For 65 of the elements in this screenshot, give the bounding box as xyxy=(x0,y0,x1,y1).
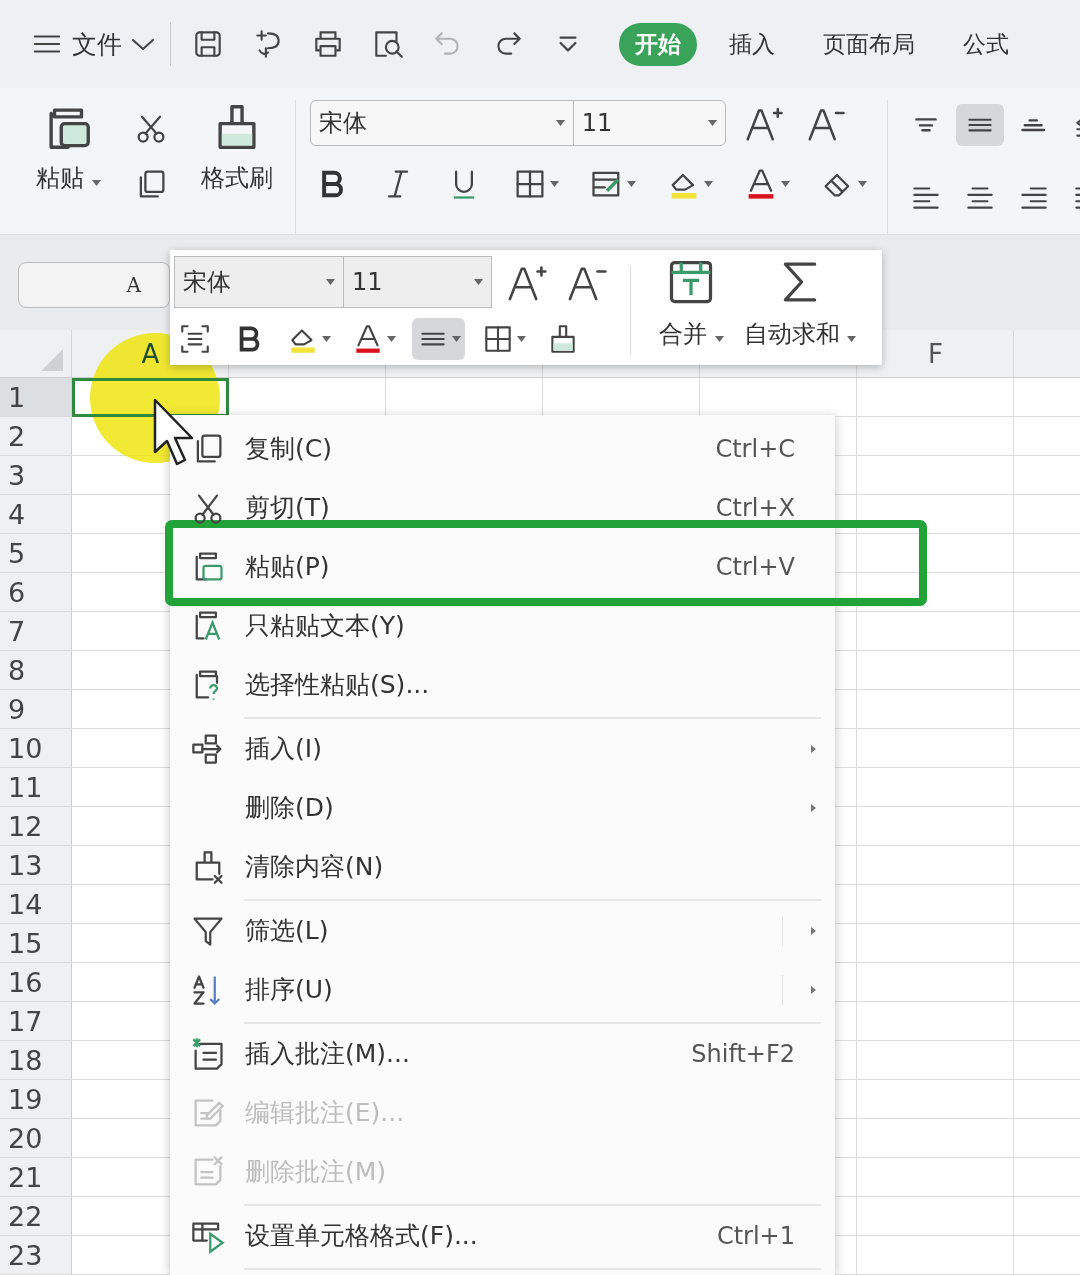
format-painter-button[interactable]: 格式刷 xyxy=(194,100,279,234)
caret-icon xyxy=(322,336,331,342)
row-header[interactable]: 2 xyxy=(0,417,72,456)
row-header[interactable]: 20 xyxy=(0,1119,72,1158)
caret-icon xyxy=(549,181,559,187)
row-header[interactable]: 16 xyxy=(0,963,72,1002)
row-header[interactable]: 23 xyxy=(0,1236,72,1275)
row-header[interactable]: 9 xyxy=(0,690,72,729)
chevron-down-icon xyxy=(132,38,154,50)
row-header[interactable]: 4 xyxy=(0,495,72,534)
comment-add-icon xyxy=(190,1035,226,1072)
row-header[interactable]: 7 xyxy=(0,612,72,651)
file-menu[interactable]: 文件 xyxy=(32,27,154,61)
caret-icon xyxy=(626,181,636,187)
row-header[interactable]: 13 xyxy=(0,846,72,885)
shortcut-text: Shift+F2 xyxy=(691,1039,795,1068)
caret-icon xyxy=(387,336,396,342)
caret-icon xyxy=(857,181,867,187)
menu-item[interactable]: 筛选(L) xyxy=(170,901,835,960)
row-header[interactable]: 8 xyxy=(0,651,72,690)
menu-item[interactable]: 插入(I) xyxy=(170,719,835,778)
row-header[interactable]: 18 xyxy=(0,1041,72,1080)
ribbon-tab[interactable]: 页面布局 xyxy=(807,22,931,66)
row-header[interactable]: 22 xyxy=(0,1197,72,1236)
menu-item[interactable]: 粘贴(P) Ctrl+V xyxy=(170,537,835,596)
align-middle-button[interactable] xyxy=(955,104,1004,146)
row-header[interactable]: 12 xyxy=(0,807,72,846)
row-header[interactable]: 15 xyxy=(0,924,72,963)
column-header[interactable]: F xyxy=(928,338,943,369)
align-bottom-icon xyxy=(1020,117,1047,133)
row-header[interactable]: 14 xyxy=(0,885,72,924)
name-box[interactable]: A xyxy=(18,262,170,308)
caret-icon xyxy=(452,336,461,342)
ribbon-tab[interactable]: 公式 xyxy=(947,22,1025,66)
align-middle-button[interactable] xyxy=(412,318,465,360)
align-top-icon xyxy=(913,117,938,133)
merge-button[interactable]: 合并 xyxy=(649,256,734,365)
row-header[interactable]: 1 xyxy=(0,378,72,417)
row-header[interactable]: 11 xyxy=(0,768,72,807)
menu-item[interactable]: 只粘贴文本(Y) xyxy=(170,596,835,655)
autosum-button[interactable]: 自动求和 xyxy=(733,256,867,365)
menu-item[interactable]: 插入批注(M)... Shift+F2 xyxy=(170,1024,835,1083)
row-header[interactable]: 17 xyxy=(0,1002,72,1041)
row-header[interactable]: 21 xyxy=(0,1158,72,1197)
caret-icon xyxy=(780,181,790,187)
shortcut-text: Ctrl+1 xyxy=(716,1221,795,1250)
ribbon-tab[interactable]: 插入 xyxy=(713,22,791,66)
caret-icon xyxy=(517,336,526,342)
caret-icon xyxy=(91,180,101,186)
caret-icon xyxy=(714,336,724,342)
row-header[interactable]: 3 xyxy=(0,456,72,495)
column-header[interactable]: A xyxy=(141,338,160,369)
menu-item[interactable]: 剪切(T) Ctrl+X xyxy=(170,478,835,537)
row-header[interactable]: 10 xyxy=(0,729,72,768)
shortcut-text: Ctrl+X xyxy=(715,493,795,522)
row-header[interactable]: 19 xyxy=(0,1080,72,1119)
caret-icon xyxy=(703,181,713,187)
paste-button[interactable]: 粘贴 xyxy=(30,100,107,234)
row-header[interactable]: 6 xyxy=(0,573,72,612)
menu-item[interactable]: 删除(D) xyxy=(170,778,835,837)
shortcut-text: Ctrl+C xyxy=(715,434,795,463)
wrap-text-icon xyxy=(178,322,212,356)
shortcut-text: Ctrl+V xyxy=(715,552,795,581)
row-header[interactable]: 5 xyxy=(0,534,72,573)
caret-icon xyxy=(847,336,857,342)
